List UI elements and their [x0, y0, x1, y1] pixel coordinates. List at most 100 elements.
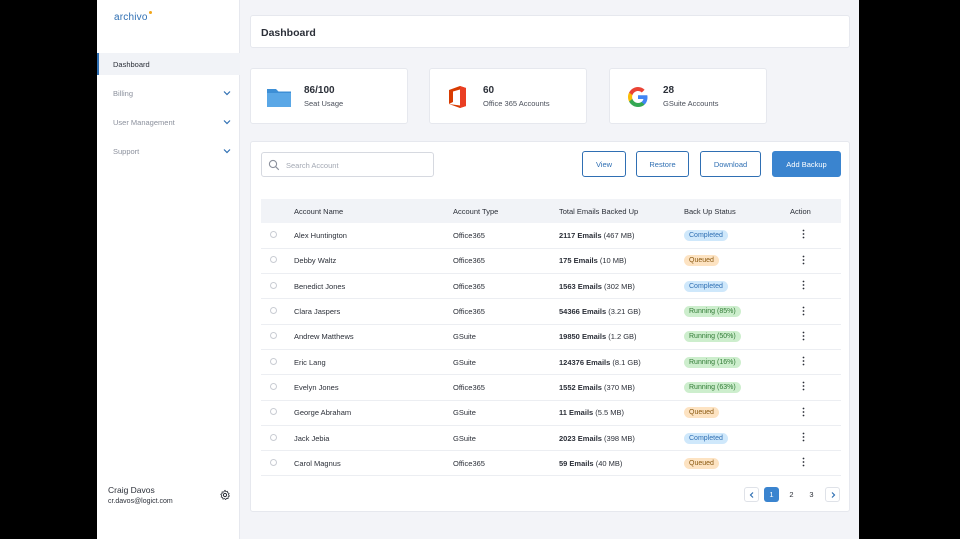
more-options-icon[interactable]	[802, 356, 805, 366]
status-cell: Completed	[684, 274, 790, 299]
row-select-cell	[261, 248, 294, 273]
row-radio[interactable]	[270, 408, 277, 416]
more-options-icon[interactable]	[802, 306, 805, 316]
column-header[interactable]: Account Type	[453, 199, 559, 223]
table-row[interactable]: Clara Jaspers Office365 54366 Emails (3.21…	[261, 299, 841, 325]
status-cell: Running (50%)	[684, 324, 790, 349]
row-radio[interactable]	[270, 307, 277, 315]
row-radio[interactable]	[270, 357, 277, 365]
column-header[interactable]: Total Emails Backed Up	[559, 199, 684, 223]
email-count: 11 Emails	[559, 408, 594, 418]
row-radio[interactable]	[270, 281, 277, 289]
pagination-page-button[interactable]: 1	[764, 487, 779, 502]
search-input[interactable]	[286, 157, 426, 173]
stat-value: 28	[663, 85, 675, 96]
restore-button[interactable]: Restore	[636, 151, 689, 177]
row-radio[interactable]	[270, 230, 277, 238]
sidebar-item-user-management[interactable]: User Management	[97, 111, 240, 133]
row-select-cell	[261, 451, 294, 476]
action-cell	[790, 349, 841, 374]
more-options-icon[interactable]	[802, 457, 805, 467]
column-header[interactable]: Back Up Status	[684, 199, 790, 223]
chevron-left-icon	[749, 491, 753, 498]
sidebar-item-billing[interactable]: Billing	[97, 82, 240, 104]
user-profile: Craig Davos cr.davos@logict.com	[108, 485, 173, 505]
row-radio[interactable]	[270, 382, 277, 390]
email-count: 2023 Emails	[559, 433, 602, 443]
add-backup-button[interactable]: Add Backup	[772, 151, 841, 177]
emails-cell: 11 Emails (5.5 MB)	[559, 400, 684, 425]
action-cell	[790, 248, 841, 273]
brand-name: archivo	[114, 12, 148, 23]
action-cell	[790, 324, 841, 349]
email-size: (5.5 MB)	[595, 408, 625, 418]
more-options-icon[interactable]	[802, 407, 805, 417]
column-header[interactable]: Account Name	[294, 199, 453, 223]
sidebar-item-support[interactable]: Support	[97, 140, 240, 162]
sidebar-item-dashboard[interactable]: Dashboard	[97, 53, 240, 75]
view-button[interactable]: View	[582, 151, 626, 177]
email-size: (40 MB)	[595, 458, 623, 468]
app-window: archivo Dashboard Billing User Managemen…	[97, 0, 859, 539]
pagination-prev-button[interactable]	[744, 487, 759, 502]
search-box[interactable]	[261, 152, 434, 177]
accounts-panel: View Restore Download Add Backup Account…	[250, 141, 850, 512]
action-cell	[790, 375, 841, 400]
row-select-cell	[261, 400, 294, 425]
search-icon	[268, 159, 280, 171]
account-name-cell: Debby Waltz	[294, 256, 337, 266]
row-radio[interactable]	[270, 256, 277, 264]
more-options-icon[interactable]	[802, 432, 805, 442]
row-radio[interactable]	[270, 433, 277, 441]
chevron-right-icon	[831, 491, 835, 498]
more-options-icon[interactable]	[802, 381, 805, 391]
brand-logo[interactable]: archivo	[114, 11, 152, 23]
email-size: (8.1 GB)	[612, 357, 641, 367]
action-cell	[790, 274, 841, 299]
row-radio[interactable]	[270, 458, 277, 466]
chevron-down-icon	[223, 91, 231, 96]
table-row[interactable]: Debby Waltz Office365 175 Emails (10 MB) Qu…	[261, 248, 841, 274]
pagination-next-button[interactable]	[825, 487, 840, 502]
chevron-down-icon	[223, 120, 231, 125]
stat-value: 86/100	[304, 85, 335, 96]
row-select-cell	[261, 274, 294, 299]
table-row[interactable]: Alex Huntington Office365 2117 Emails (467…	[261, 223, 841, 249]
row-select-cell	[261, 299, 294, 324]
sidebar-item-label: Billing	[113, 88, 134, 98]
pagination-page-button[interactable]: 3	[804, 487, 819, 502]
gear-icon[interactable]	[219, 489, 231, 501]
account-type-cell: GSuite	[453, 408, 476, 418]
table-row[interactable]: Jack Jebia GSuite 2023 Emails (398 MB) Comp…	[261, 425, 841, 451]
pagination-page-button[interactable]: 2	[784, 487, 799, 502]
table-row[interactable]: George Abraham GSuite 11 Emails (5.5 MB) Qu…	[261, 400, 841, 426]
table-row[interactable]: Carol Magnus Office365 59 Emails (40 MB) Qu…	[261, 451, 841, 476]
column-header: Action	[790, 206, 811, 216]
more-options-icon[interactable]	[802, 280, 805, 290]
status-badge: Running (50%)	[684, 331, 741, 343]
page-header: Dashboard	[250, 15, 850, 48]
account-name-cell: Jack Jebia	[294, 433, 330, 443]
account-name-cell: Eric Lang	[294, 357, 326, 367]
table-row[interactable]: Benedict Jones Office365 1563 Emails (302 …	[261, 274, 841, 299]
email-size: (398 MB)	[604, 433, 635, 443]
more-options-icon[interactable]	[802, 255, 805, 265]
table-row[interactable]: Evelyn Jones Office365 1552 Emails (370 MB…	[261, 375, 841, 401]
account-name-cell: Clara Jaspers	[294, 307, 341, 317]
action-cell	[790, 223, 841, 248]
table-row[interactable]: Andrew Matthews GSuite 19850 Emails (1.2 G…	[261, 324, 841, 350]
more-options-icon[interactable]	[802, 331, 805, 341]
account-type-cell: Office365	[453, 382, 485, 392]
more-options-icon[interactable]	[802, 229, 805, 239]
table-row[interactable]: Eric Lang GSuite 124376 Emails (8.1 GB) Run…	[261, 349, 841, 375]
email-size: (302 MB)	[604, 281, 635, 291]
stat-card-seat-usage: 86/100 Seat Usage	[250, 68, 408, 124]
row-radio[interactable]	[270, 332, 277, 340]
account-type-cell: Office365	[453, 307, 485, 317]
stat-card-office365: 60 Office 365 Accounts	[429, 68, 587, 124]
row-select-cell	[261, 223, 294, 248]
account-name-cell: George Abraham	[294, 408, 352, 418]
download-button[interactable]: Download	[700, 151, 761, 177]
email-size: (370 MB)	[604, 382, 635, 392]
account-name-cell: Alex Huntington	[294, 230, 347, 240]
